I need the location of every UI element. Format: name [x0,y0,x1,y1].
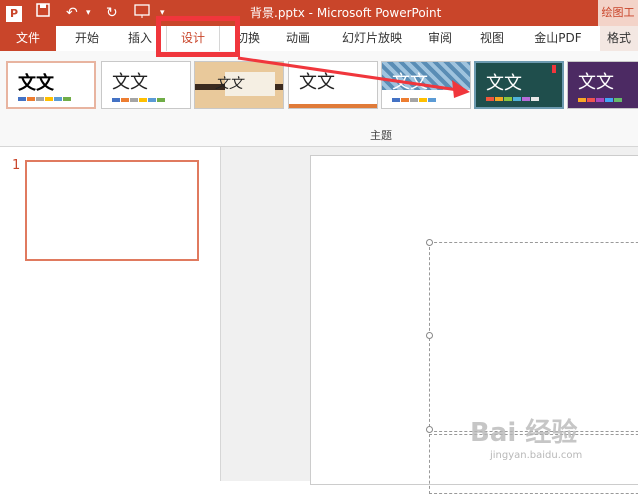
watermark: Bai 经验 [470,418,578,448]
annotation-arrow [237,56,470,98]
watermark-url: jingyan.baidu.com [490,450,583,461]
